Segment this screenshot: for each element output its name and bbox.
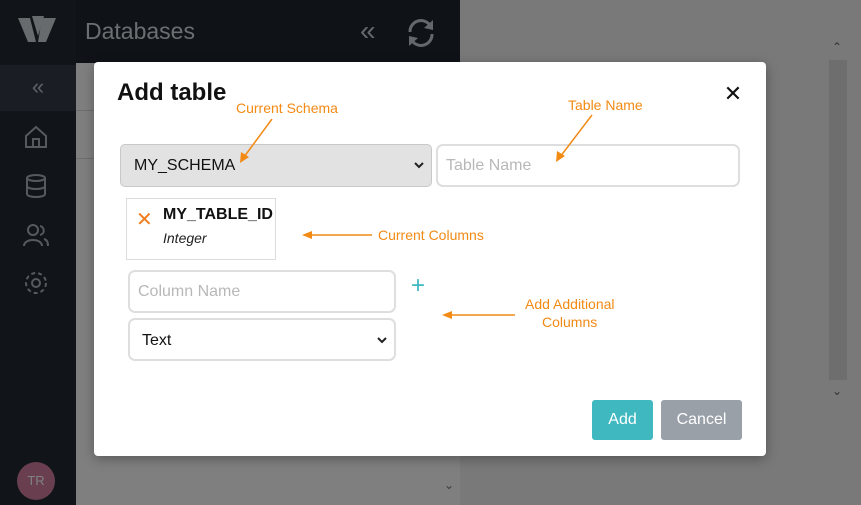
table-name-input[interactable] xyxy=(436,144,740,187)
annotation-add-columns-line2: Columns xyxy=(542,314,598,330)
annotation-current-schema: Current Schema xyxy=(236,100,338,116)
column-type-select[interactable]: Text xyxy=(128,318,396,361)
schema-select[interactable]: MY_SCHEMA xyxy=(120,144,432,187)
add-button[interactable]: Add xyxy=(592,400,653,440)
cancel-button[interactable]: Cancel xyxy=(661,400,742,440)
column-type: Integer xyxy=(163,230,207,246)
column-name-input[interactable] xyxy=(128,270,396,313)
annotation-add-columns-line1: Add Additional xyxy=(525,296,615,312)
add-column-icon[interactable]: + xyxy=(409,274,427,298)
chevron-down-icon xyxy=(414,162,424,169)
column-type-select-value: Text xyxy=(142,332,172,349)
annotation-current-columns: Current Columns xyxy=(378,227,484,243)
column-card: ✕ MY_TABLE_ID Integer xyxy=(126,198,276,260)
annotation-table-name: Table Name xyxy=(568,97,643,113)
modal-title: Add table xyxy=(117,79,227,106)
add-table-modal: Add table ✕ MY_SCHEMA ✕ MY_TABLE_ID Inte… xyxy=(94,62,766,456)
close-icon[interactable]: ✕ xyxy=(721,82,745,106)
schema-select-value: MY_SCHEMA xyxy=(134,157,236,174)
remove-column-icon[interactable]: ✕ xyxy=(136,210,153,230)
column-name: MY_TABLE_ID xyxy=(163,206,273,223)
chevron-down-icon xyxy=(377,337,387,344)
